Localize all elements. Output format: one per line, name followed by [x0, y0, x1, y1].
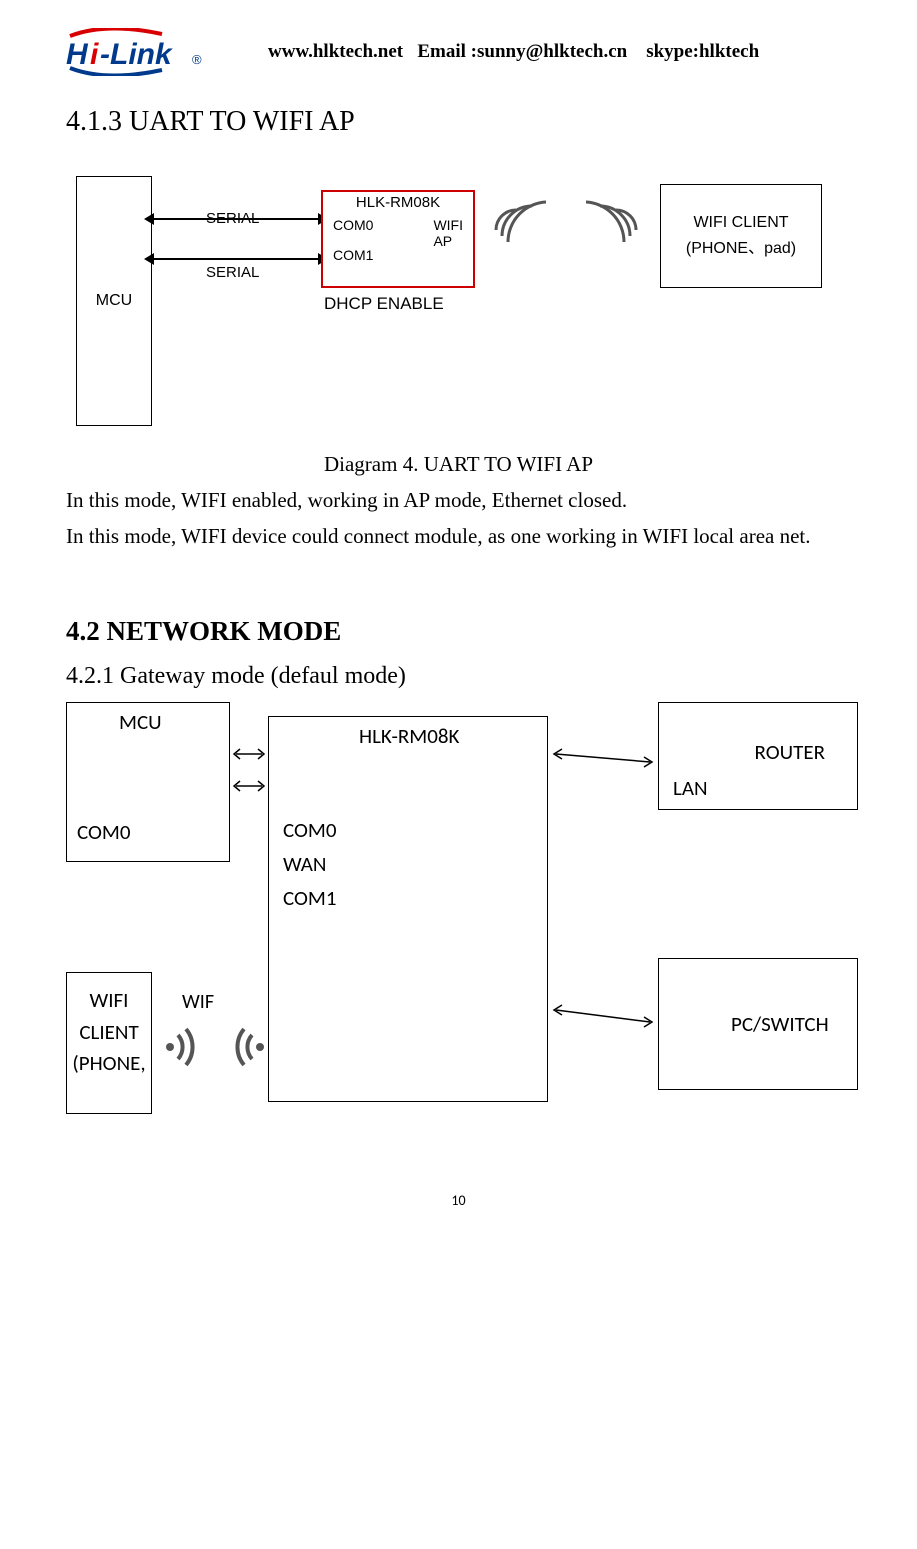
arrow-mcu-hlk-2	[232, 778, 266, 794]
d2-hlk-wan: WAN	[283, 851, 326, 877]
arrow-hlk-pcswitch	[550, 1002, 656, 1032]
header-contact: www.hlktech.net Email :sunny@hlktech.cn …	[268, 41, 759, 63]
svg-text:i: i	[90, 38, 99, 71]
hlk-wifi-2: AP	[433, 233, 463, 249]
svg-text:-Link: -Link	[100, 38, 173, 71]
d2-wifi-icon-right	[160, 1022, 210, 1078]
wifi-client-line2: (PHONE、pad)	[686, 236, 796, 262]
d2-wifi-2: CLIENT	[67, 1017, 151, 1049]
hlk-rm08k-box: HLK-RM08K COM0 COM1 WIFI AP	[321, 190, 475, 288]
wifi-icon-left	[586, 200, 646, 265]
header-website: www.hlktech.net	[268, 41, 403, 62]
d2-hlk-box: HLK-RM08K COM0 WAN COM1	[268, 716, 548, 1102]
hlk-com0: COM0	[333, 217, 373, 233]
heading-413: 4.1.3 UART TO WIFI AP	[66, 106, 851, 138]
d2-wifi-3: (PHONE,	[67, 1048, 151, 1080]
d2-router-box: ROUTER LAN	[658, 702, 858, 810]
d2-hlk-com1: COM1	[283, 885, 337, 911]
page-number: 10	[66, 1192, 851, 1209]
diagram-uart-to-wifi-ap: MCU SERIAL SERIAL HLK-RM08K COM0 COM1 WI…	[66, 172, 846, 432]
serial-label-1: SERIAL	[206, 210, 259, 227]
d2-pcswitch-label: PC/SWITCH	[731, 1011, 829, 1037]
d2-pcswitch-box: PC/SWITCH	[658, 958, 858, 1090]
header-email: Email :sunny@hlktech.cn	[417, 41, 627, 62]
diagram-gateway-mode: MCU COM0 HLK-RM08K COM0 WAN COM1 ROUTER …	[66, 702, 856, 1132]
svg-text:H: H	[66, 38, 89, 71]
d2-router-lan: LAN	[673, 775, 708, 801]
d2-mcu-box: MCU COM0	[66, 702, 230, 862]
d2-hlk-title: HLK-RM08K	[359, 723, 459, 749]
header-skype: skype:hlktech	[646, 41, 759, 62]
mcu-box: MCU	[76, 176, 152, 426]
wifi-icon-right	[486, 200, 546, 265]
serial-label-2: SERIAL	[206, 264, 259, 281]
heading-421: 4.2.1 Gateway mode (defaul mode)	[66, 663, 851, 690]
body-413-1: In this mode, WIFI enabled, working in A…	[66, 483, 851, 519]
arrow-head-left-2	[144, 253, 154, 265]
wifi-client-line1: WIFI CLIENT	[693, 210, 788, 236]
hlk-com1: COM1	[333, 247, 373, 263]
page-header: H i -Link ® www.hlktech.net Email :sunny…	[66, 28, 851, 76]
logo-icon: H i -Link ®	[66, 28, 256, 76]
d2-wifi-1: WIFI	[67, 985, 151, 1017]
arrow-serial-bottom	[152, 258, 320, 260]
hlk-wifi-1: WIFI	[433, 217, 463, 233]
arrow-mcu-hlk-1	[232, 746, 266, 762]
d2-wifi-client-box: WIFI CLIENT (PHONE,	[66, 972, 152, 1114]
heading-42: 4.2 NETWORK MODE	[66, 616, 851, 647]
hlk-title: HLK-RM08K	[323, 192, 473, 211]
wifi-client-box: WIFI CLIENT (PHONE、pad)	[660, 184, 822, 288]
d2-router-title: ROUTER	[755, 739, 825, 765]
d2-mcu-title: MCU	[119, 709, 162, 735]
arrow-head-left-1	[144, 213, 154, 225]
wif-label: WIF	[182, 990, 214, 1014]
arrow-hlk-router	[550, 746, 656, 770]
svg-text:®: ®	[192, 52, 202, 67]
mcu-label: MCU	[96, 292, 132, 310]
d2-mcu-com0: COM0	[77, 819, 131, 845]
diagram4-caption: Diagram 4. UART TO WIFI AP	[66, 452, 851, 477]
d2-hlk-com0: COM0	[283, 817, 337, 843]
body-413-2: In this mode, WIFI device could connect …	[66, 519, 851, 555]
d2-wifi-icon-left	[220, 1022, 270, 1078]
dhcp-label: DHCP ENABLE	[324, 294, 444, 314]
